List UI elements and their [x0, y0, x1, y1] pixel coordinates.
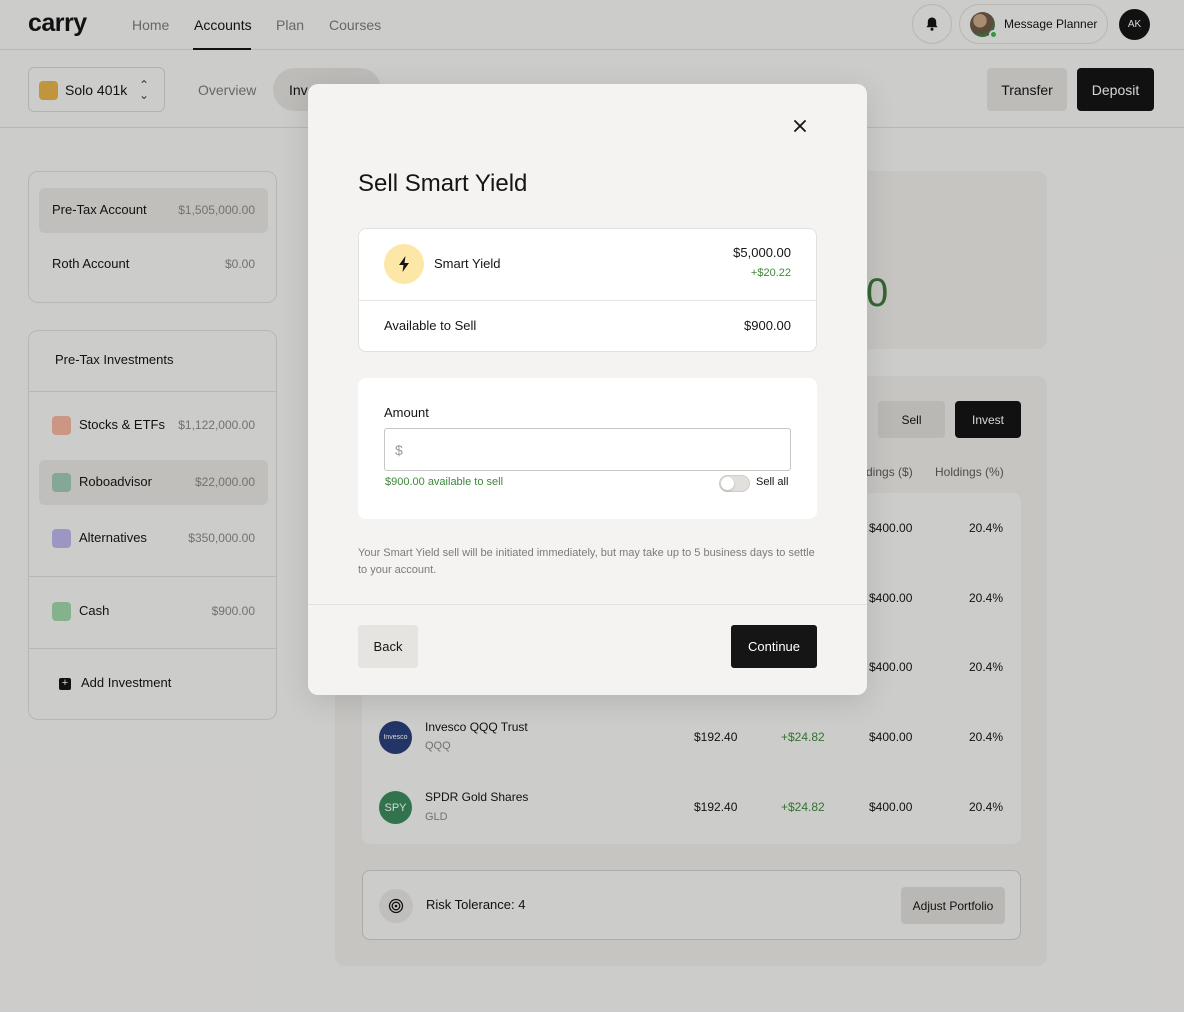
close-icon: [794, 120, 806, 132]
sell-all-label: Sell all: [756, 476, 789, 488]
amount-field[interactable]: [384, 428, 791, 471]
modal-title: Sell Smart Yield: [358, 170, 528, 197]
continue-button[interactable]: Continue: [731, 625, 817, 668]
available-hint: $900.00 available to sell: [385, 476, 504, 488]
close-button[interactable]: [788, 114, 812, 138]
back-button[interactable]: Back: [358, 625, 418, 668]
divider: [308, 604, 867, 605]
available-to-sell-value: $900.00: [744, 318, 791, 333]
divider: [359, 300, 816, 301]
disclaimer-text: Your Smart Yield sell will be initiated …: [358, 547, 815, 576]
available-to-sell-label: Available to Sell: [384, 318, 477, 333]
fund-name: Smart Yield: [434, 256, 501, 271]
amount-label: Amount: [384, 405, 429, 420]
sell-all-toggle[interactable]: [719, 475, 750, 492]
fund-value: $5,000.00: [733, 245, 791, 260]
lightning-icon: [384, 244, 424, 284]
sell-modal: Sell Smart Yield Smart Yield $5,000.00 +…: [308, 84, 867, 695]
fund-gain: +$20.22: [750, 267, 791, 279]
toggle-knob: [721, 477, 734, 490]
amount-input[interactable]: [385, 429, 790, 470]
fund-summary-card: Smart Yield $5,000.00 +$20.22 Available …: [358, 228, 817, 352]
amount-card: Amount $900.00 available to sell Sell al…: [358, 378, 817, 519]
